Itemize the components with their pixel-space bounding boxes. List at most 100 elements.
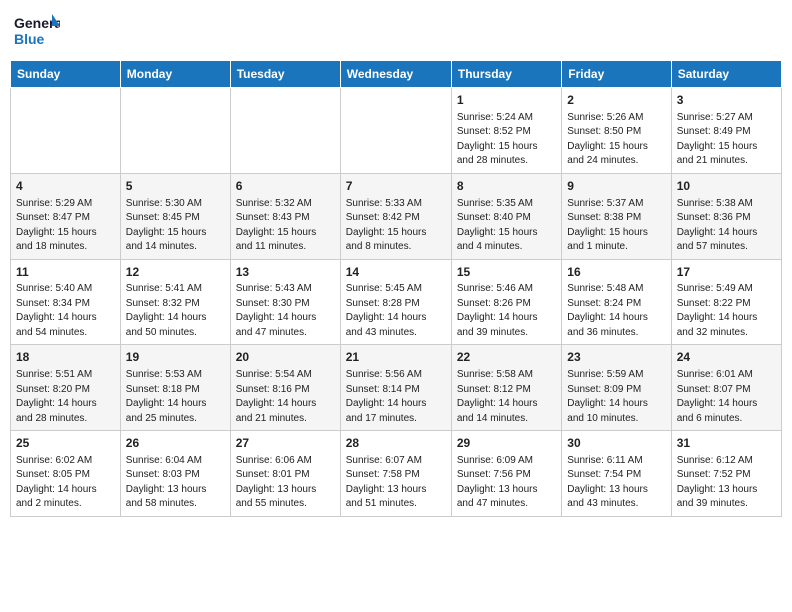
day-number: 23 bbox=[567, 349, 665, 366]
calendar-cell: 10Sunrise: 5:38 AM Sunset: 8:36 PM Dayli… bbox=[671, 173, 781, 259]
day-number: 16 bbox=[567, 264, 665, 281]
day-number: 7 bbox=[346, 178, 446, 195]
day-number: 11 bbox=[16, 264, 115, 281]
weekday-header-monday: Monday bbox=[120, 61, 230, 88]
calendar-cell: 29 Sunrise: 6:09 AM Sunset: 7:56 PM Dayli… bbox=[451, 431, 561, 517]
day-info: Sunrise: 5:54 AM Sunset: 8:16 PM Dayligh… bbox=[236, 368, 335, 426]
day-info: Sunrise: 5:41 AM Sunset: 8:32 PM Dayligh… bbox=[126, 282, 225, 340]
calendar-cell: 18Sunrise: 5:51 AM Sunset: 8:20 PM Dayli… bbox=[11, 345, 121, 431]
calendar-cell: 7 Sunrise: 5:33 AM Sunset: 8:42 PM Daylig… bbox=[340, 173, 451, 259]
day-info: Sunrise: 5:27 AM Sunset: 8:49 PM Dayligh… bbox=[677, 111, 776, 169]
calendar-cell: 24 Sunrise: 6:01 AM Sunset: 8:07 PM Dayli… bbox=[671, 345, 781, 431]
calendar-cell: 23 Sunrise: 5:59 AM Sunset: 8:09 PM Dayli… bbox=[562, 345, 671, 431]
calendar-cell: 6 Sunrise: 5:32 AM Sunset: 8:43 PM Daylig… bbox=[230, 173, 340, 259]
day-info: Sunrise: 5:35 AM Sunset: 8:40 PM Dayligh… bbox=[457, 197, 556, 255]
day-number: 10 bbox=[677, 178, 776, 195]
day-number: 4 bbox=[16, 178, 115, 195]
day-number: 27 bbox=[236, 435, 335, 452]
day-info: Sunrise: 5:32 AM Sunset: 8:43 PM Dayligh… bbox=[236, 197, 335, 255]
calendar-body: 1 Sunrise: 5:24 AM Sunset: 8:52 PM Daylig… bbox=[11, 88, 782, 517]
calendar-cell: 20 Sunrise: 5:54 AM Sunset: 8:16 PM Dayli… bbox=[230, 345, 340, 431]
day-info: Sunrise: 5:51 AM Sunset: 8:20 PM Dayligh… bbox=[16, 368, 115, 426]
calendar-cell: 19Sunrise: 5:53 AM Sunset: 8:18 PM Dayli… bbox=[120, 345, 230, 431]
day-info: Sunrise: 6:09 AM Sunset: 7:56 PM Dayligh… bbox=[457, 454, 556, 512]
day-info: Sunrise: 5:43 AM Sunset: 8:30 PM Dayligh… bbox=[236, 282, 335, 340]
calendar-cell: 25 Sunrise: 6:02 AM Sunset: 8:05 PM Dayli… bbox=[11, 431, 121, 517]
day-number: 2 bbox=[567, 92, 665, 109]
day-number: 13 bbox=[236, 264, 335, 281]
day-info: Sunrise: 5:58 AM Sunset: 8:12 PM Dayligh… bbox=[457, 368, 556, 426]
day-info: Sunrise: 5:40 AM Sunset: 8:34 PM Dayligh… bbox=[16, 282, 115, 340]
weekday-header-sunday: Sunday bbox=[11, 61, 121, 88]
logo-svg: General Blue bbox=[14, 10, 60, 52]
day-number: 29 bbox=[457, 435, 556, 452]
day-info: Sunrise: 5:30 AM Sunset: 8:45 PM Dayligh… bbox=[126, 197, 225, 255]
day-number: 12 bbox=[126, 264, 225, 281]
calendar-cell: 8 Sunrise: 5:35 AM Sunset: 8:40 PM Daylig… bbox=[451, 173, 561, 259]
day-number: 19 bbox=[126, 349, 225, 366]
day-info: Sunrise: 5:29 AM Sunset: 8:47 PM Dayligh… bbox=[16, 197, 115, 255]
day-number: 14 bbox=[346, 264, 446, 281]
day-number: 31 bbox=[677, 435, 776, 452]
calendar-cell: 15Sunrise: 5:46 AM Sunset: 8:26 PM Dayli… bbox=[451, 259, 561, 345]
day-info: Sunrise: 5:59 AM Sunset: 8:09 PM Dayligh… bbox=[567, 368, 665, 426]
calendar-week-4: 25 Sunrise: 6:02 AM Sunset: 8:05 PM Dayli… bbox=[11, 431, 782, 517]
day-info: Sunrise: 5:37 AM Sunset: 8:38 PM Dayligh… bbox=[567, 197, 665, 255]
day-info: Sunrise: 6:11 AM Sunset: 7:54 PM Dayligh… bbox=[567, 454, 665, 512]
day-number: 17 bbox=[677, 264, 776, 281]
day-number: 30 bbox=[567, 435, 665, 452]
weekday-header-saturday: Saturday bbox=[671, 61, 781, 88]
calendar-week-2: 11Sunrise: 5:40 AM Sunset: 8:34 PM Dayli… bbox=[11, 259, 782, 345]
day-number: 6 bbox=[236, 178, 335, 195]
calendar-cell: 31Sunrise: 6:12 AM Sunset: 7:52 PM Dayli… bbox=[671, 431, 781, 517]
day-info: Sunrise: 6:07 AM Sunset: 7:58 PM Dayligh… bbox=[346, 454, 446, 512]
calendar-cell: 27 Sunrise: 6:06 AM Sunset: 8:01 PM Dayli… bbox=[230, 431, 340, 517]
weekday-header-friday: Friday bbox=[562, 61, 671, 88]
logo: General Blue bbox=[14, 10, 60, 52]
day-number: 24 bbox=[677, 349, 776, 366]
day-number: 1 bbox=[457, 92, 556, 109]
day-number: 15 bbox=[457, 264, 556, 281]
calendar-cell: 1 Sunrise: 5:24 AM Sunset: 8:52 PM Daylig… bbox=[451, 88, 561, 174]
weekday-header-row: SundayMondayTuesdayWednesdayThursdayFrid… bbox=[11, 61, 782, 88]
calendar-cell: 4 Sunrise: 5:29 AM Sunset: 8:47 PM Daylig… bbox=[11, 173, 121, 259]
day-number: 22 bbox=[457, 349, 556, 366]
calendar-cell: 5 Sunrise: 5:30 AM Sunset: 8:45 PM Daylig… bbox=[120, 173, 230, 259]
day-number: 21 bbox=[346, 349, 446, 366]
calendar-week-0: 1 Sunrise: 5:24 AM Sunset: 8:52 PM Daylig… bbox=[11, 88, 782, 174]
calendar-cell: 17Sunrise: 5:49 AM Sunset: 8:22 PM Dayli… bbox=[671, 259, 781, 345]
day-number: 5 bbox=[126, 178, 225, 195]
day-number: 9 bbox=[567, 178, 665, 195]
day-info: Sunrise: 6:02 AM Sunset: 8:05 PM Dayligh… bbox=[16, 454, 115, 512]
calendar-cell: 9 Sunrise: 5:37 AM Sunset: 8:38 PM Daylig… bbox=[562, 173, 671, 259]
calendar-cell: 30 Sunrise: 6:11 AM Sunset: 7:54 PM Dayli… bbox=[562, 431, 671, 517]
day-info: Sunrise: 6:01 AM Sunset: 8:07 PM Dayligh… bbox=[677, 368, 776, 426]
calendar-cell: 26Sunrise: 6:04 AM Sunset: 8:03 PM Dayli… bbox=[120, 431, 230, 517]
day-info: Sunrise: 5:24 AM Sunset: 8:52 PM Dayligh… bbox=[457, 111, 556, 169]
calendar-cell bbox=[230, 88, 340, 174]
calendar-week-3: 18Sunrise: 5:51 AM Sunset: 8:20 PM Dayli… bbox=[11, 345, 782, 431]
day-info: Sunrise: 5:45 AM Sunset: 8:28 PM Dayligh… bbox=[346, 282, 446, 340]
weekday-header-wednesday: Wednesday bbox=[340, 61, 451, 88]
day-info: Sunrise: 5:49 AM Sunset: 8:22 PM Dayligh… bbox=[677, 282, 776, 340]
day-number: 8 bbox=[457, 178, 556, 195]
calendar-cell bbox=[120, 88, 230, 174]
calendar-cell: 21 Sunrise: 5:56 AM Sunset: 8:14 PM Dayli… bbox=[340, 345, 451, 431]
calendar-cell bbox=[11, 88, 121, 174]
day-number: 25 bbox=[16, 435, 115, 452]
calendar-cell: 12Sunrise: 5:41 AM Sunset: 8:32 PM Dayli… bbox=[120, 259, 230, 345]
svg-text:Blue: Blue bbox=[14, 31, 45, 47]
day-info: Sunrise: 5:56 AM Sunset: 8:14 PM Dayligh… bbox=[346, 368, 446, 426]
calendar-cell: 11Sunrise: 5:40 AM Sunset: 8:34 PM Dayli… bbox=[11, 259, 121, 345]
calendar-cell: 13Sunrise: 5:43 AM Sunset: 8:30 PM Dayli… bbox=[230, 259, 340, 345]
calendar-cell: 16Sunrise: 5:48 AM Sunset: 8:24 PM Dayli… bbox=[562, 259, 671, 345]
weekday-header-tuesday: Tuesday bbox=[230, 61, 340, 88]
calendar-cell bbox=[340, 88, 451, 174]
page-header: General Blue bbox=[10, 10, 782, 52]
day-info: Sunrise: 5:26 AM Sunset: 8:50 PM Dayligh… bbox=[567, 111, 665, 169]
calendar-table: SundayMondayTuesdayWednesdayThursdayFrid… bbox=[10, 60, 782, 517]
calendar-cell: 2 Sunrise: 5:26 AM Sunset: 8:50 PM Daylig… bbox=[562, 88, 671, 174]
day-number: 20 bbox=[236, 349, 335, 366]
day-info: Sunrise: 6:06 AM Sunset: 8:01 PM Dayligh… bbox=[236, 454, 335, 512]
day-info: Sunrise: 5:33 AM Sunset: 8:42 PM Dayligh… bbox=[346, 197, 446, 255]
